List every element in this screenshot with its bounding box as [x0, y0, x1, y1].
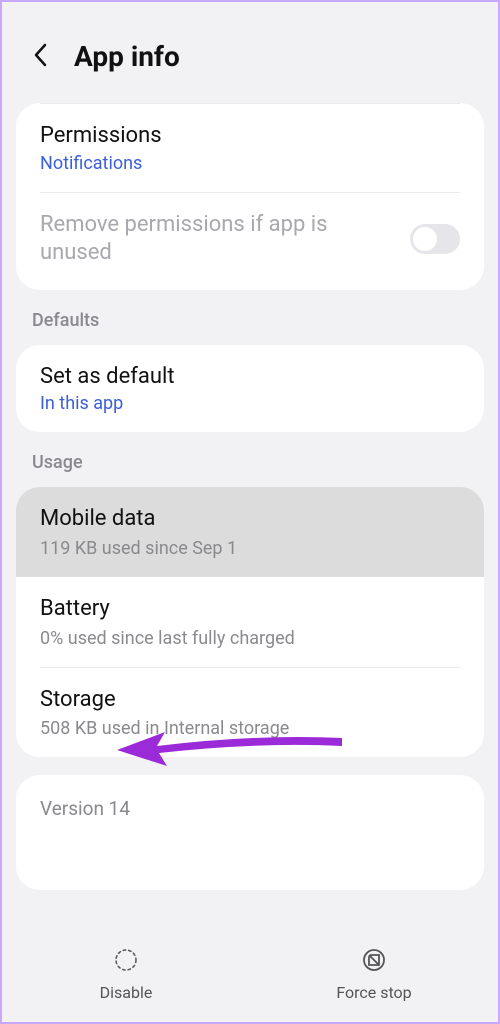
storage-title: Storage	[40, 686, 460, 715]
force-stop-label: Force stop	[336, 983, 411, 1002]
back-icon[interactable]	[32, 41, 50, 73]
defaults-card: Set as default In this app	[16, 345, 484, 433]
set-default-title: Set as default	[40, 363, 460, 392]
battery-sub: 0% used since last fully charged	[40, 628, 460, 649]
version-text: Version 14	[40, 797, 460, 820]
storage-sub: 508 KB used in Internal storage	[40, 718, 460, 739]
battery-item[interactable]: Battery 0% used since last fully charged	[16, 577, 484, 667]
battery-title: Battery	[40, 595, 460, 624]
toggle-switch[interactable]	[410, 224, 460, 254]
permissions-title: Permissions	[40, 122, 460, 151]
force-stop-button[interactable]: Force stop	[294, 947, 454, 1002]
permissions-item[interactable]: Permissions Notifications	[16, 104, 484, 192]
defaults-section-label: Defaults	[2, 290, 498, 345]
remove-permissions-row[interactable]: Remove permissions if app is unused	[16, 193, 484, 290]
disable-icon	[113, 947, 139, 977]
set-default-item[interactable]: Set as default In this app	[16, 345, 484, 433]
disable-button[interactable]: Disable	[46, 947, 206, 1002]
permissions-card: Permissions Notifications Remove permiss…	[16, 103, 484, 290]
header: App info	[2, 2, 498, 103]
usage-card: Battery 0% used since last fully charged…	[16, 577, 484, 757]
page-title: App info	[74, 40, 180, 73]
set-default-sub: In this app	[40, 393, 460, 414]
version-card: Version 14	[16, 775, 484, 890]
mobile-data-item[interactable]: Mobile data 119 KB used since Sep 1	[16, 487, 484, 577]
storage-item[interactable]: Storage 508 KB used in Internal storage	[16, 668, 484, 758]
force-stop-icon	[361, 947, 387, 977]
disable-label: Disable	[100, 983, 153, 1002]
bottom-bar: Disable Force stop	[2, 933, 498, 1022]
mobile-data-sub: 119 KB used since Sep 1	[40, 538, 460, 559]
permissions-sub: Notifications	[40, 153, 460, 174]
remove-permissions-label: Remove permissions if app is unused	[40, 211, 360, 268]
mobile-data-title: Mobile data	[40, 505, 460, 534]
usage-section-label: Usage	[2, 432, 498, 487]
